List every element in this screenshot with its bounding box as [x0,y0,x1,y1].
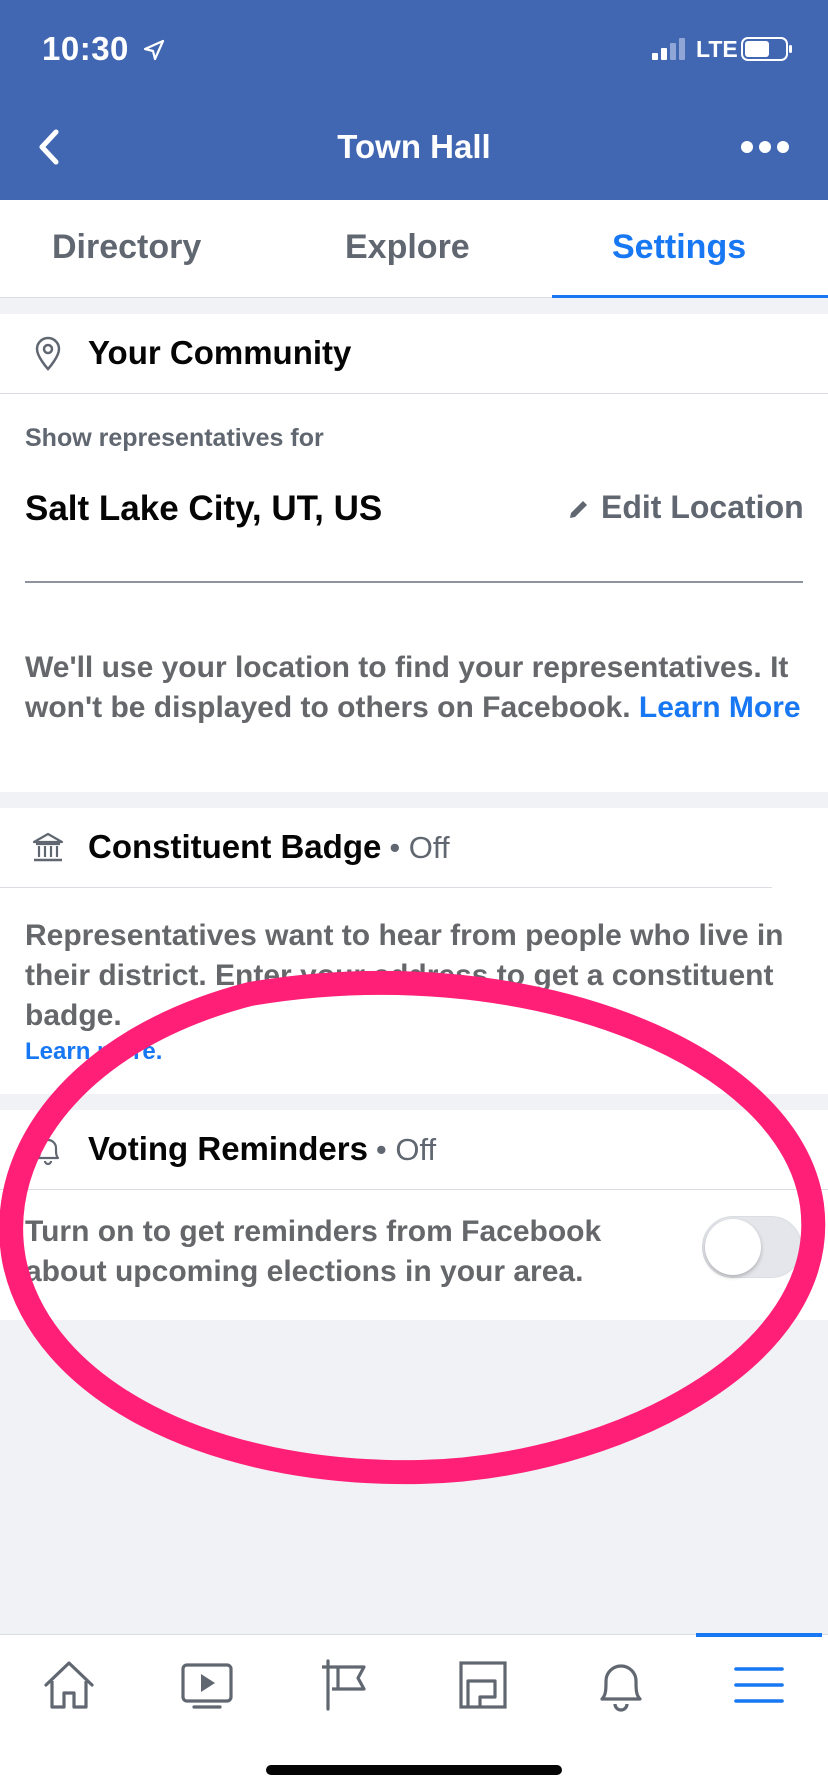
pencil-icon[interactable] [567,497,591,521]
more-options-icon[interactable] [740,140,790,154]
home-icon[interactable] [40,1657,98,1713]
menu-icon[interactable] [730,1657,788,1713]
community-section: Your Community Show representatives for … [0,314,828,792]
tab-directory[interactable]: Directory [52,228,201,267]
tab-settings[interactable]: Settings [612,228,746,267]
battery-icon [741,37,792,61]
badge-learn-more-link[interactable]: Learn more. [25,1038,162,1066]
home-indicator [266,1765,562,1775]
tab-explore[interactable]: Explore [345,228,470,267]
location-privacy-text: We'll use your location to find your rep… [25,651,801,724]
status-time: 10:30 [42,30,129,67]
voting-reminders-section: Voting Reminders • Off Turn on to get rem… [0,1110,828,1320]
location-value: Salt Lake City, UT, US [25,489,383,528]
voting-reminders-toggle[interactable] [702,1216,802,1278]
edit-location-button[interactable]: Edit Location [601,489,804,526]
show-representatives-label: Show representatives for [25,424,324,452]
badge-title: Constituent Badge • Off [88,828,450,865]
notifications-bell-icon[interactable] [592,1657,650,1713]
community-title: Your Community [88,334,352,371]
page-title: Town Hall [337,128,491,165]
learn-more-link[interactable]: Learn More [639,691,801,724]
active-tab-indicator [552,295,828,298]
constituent-badge-section: Constituent Badge • Off Representatives w… [0,808,828,1094]
toggle-knob [705,1219,761,1275]
flag-icon[interactable] [316,1657,374,1713]
bottom-navigation [0,1633,828,1792]
signal-icon [652,38,685,60]
location-divider [25,581,803,583]
badge-status: • Off [389,830,450,865]
marketplace-icon[interactable] [454,1657,512,1713]
app-header: 10:30 LTE Town Hall [0,0,828,200]
network-type: LTE [696,36,738,62]
reminders-title: Voting Reminders • Off [88,1130,437,1167]
tab-bar: Directory Explore Settings [0,200,828,298]
location-arrow-icon [143,39,165,61]
reminders-description: Turn on to get reminders from Facebook a… [25,1215,602,1288]
screen: 10:30 LTE Town Hall Directory Explore Se… [0,0,828,1792]
badge-header: Constituent Badge • Off [0,808,772,888]
active-nav-indicator [696,1633,822,1637]
badge-description: Representatives want to hear from people… [25,919,784,1032]
reminders-status: • Off [375,1132,437,1167]
bell-icon [36,1138,60,1166]
location-pin-icon [35,336,61,371]
video-icon[interactable] [178,1657,236,1713]
reminders-header: Voting Reminders • Off [0,1110,828,1190]
community-header: Your Community [0,314,828,394]
government-building-icon [32,832,64,862]
